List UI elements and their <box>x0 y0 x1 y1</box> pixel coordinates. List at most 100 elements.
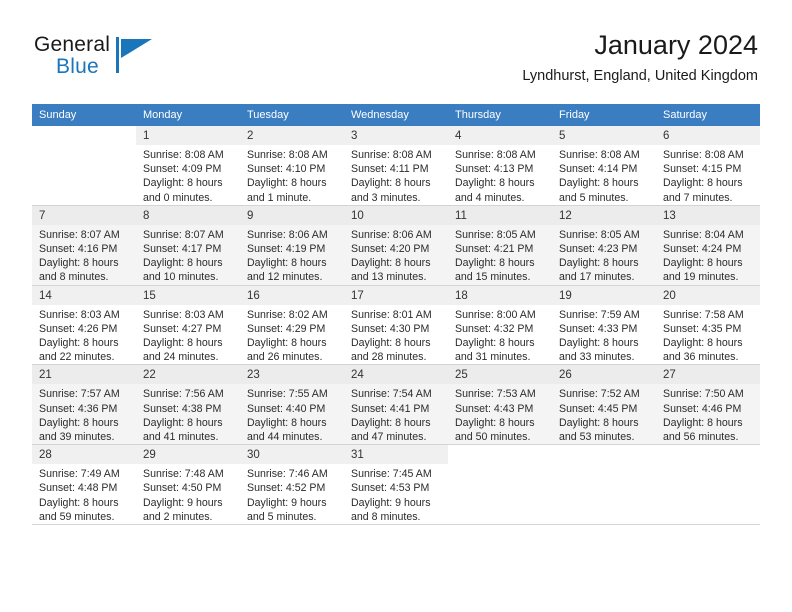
sunrise-text: Sunrise: 7:45 AM <box>351 468 432 481</box>
sunrise-text: Sunrise: 7:54 AM <box>351 388 432 401</box>
calendar-day-cell[interactable]: 5 Sunrise: 8:08 AM Sunset: 4:14 PM Daylight… <box>552 126 656 206</box>
calendar-day-cell[interactable]: 25 Sunrise: 7:53 AM Sunset: 4:43 PM Dayligh… <box>448 364 552 446</box>
calendar-day-cell[interactable]: 2 Sunrise: 8:08 AM Sunset: 4:10 PM Daylight… <box>240 126 344 206</box>
calendar-day-cell[interactable]: 23 Sunrise: 7:55 AM Sunset: 4:40 PM Dayligh… <box>240 364 344 446</box>
calendar-day-cell[interactable]: 24 Sunrise: 7:54 AM Sunset: 4:41 PM Dayligh… <box>344 364 448 446</box>
sunrise-text: Sunrise: 8:06 AM <box>351 228 432 241</box>
day-number <box>448 445 552 452</box>
calendar-day-cell[interactable]: 19 Sunrise: 7:59 AM Sunset: 4:33 PM Dayligh… <box>552 285 656 366</box>
calendar-day-cell[interactable]: 30 Sunrise: 7:46 AM Sunset: 4:52 PM Dayligh… <box>240 444 344 526</box>
weekday-header-friday: Friday <box>552 104 656 126</box>
calendar-day-cell[interactable]: 9 Sunrise: 8:06 AM Sunset: 4:19 PM Daylight… <box>240 205 344 286</box>
sunrise-text: Sunrise: 7:48 AM <box>143 468 224 481</box>
sunset-text: Sunset: 4:45 PM <box>559 402 638 415</box>
calendar-day-content <box>32 126 136 205</box>
calendar-day-cell[interactable]: 11 Sunrise: 8:05 AM Sunset: 4:21 PM Dayligh… <box>448 205 552 286</box>
day-details: Sunrise: 7:53 AM Sunset: 4:43 PM Daylight:… <box>448 384 552 444</box>
calendar-day-cell[interactable]: 10 Sunrise: 8:06 AM Sunset: 4:20 PM Dayligh… <box>344 205 448 286</box>
calendar-day-content: 14 Sunrise: 8:03 AM Sunset: 4:26 PM Dayligh… <box>32 285 136 365</box>
brand-logo[interactable]: General Blue <box>34 34 154 90</box>
daylight-text-line1: Daylight: 8 hours <box>663 257 743 270</box>
sunset-text: Sunset: 4:38 PM <box>143 402 222 415</box>
daylight-text-line1: Daylight: 8 hours <box>351 337 431 350</box>
daylight-text-line2: and 8 minutes. <box>351 510 421 523</box>
sunrise-text: Sunrise: 7:58 AM <box>663 308 744 321</box>
calendar-day-cell[interactable]: 28 Sunrise: 7:49 AM Sunset: 4:48 PM Dayligh… <box>32 444 136 526</box>
calendar-day-content: 10 Sunrise: 8:06 AM Sunset: 4:20 PM Dayligh… <box>344 205 448 285</box>
calendar-day-content: 4 Sunrise: 8:08 AM Sunset: 4:13 PM Daylight… <box>448 126 552 205</box>
day-details: Sunrise: 8:00 AM Sunset: 4:32 PM Daylight:… <box>448 305 552 365</box>
sunset-text: Sunset: 4:53 PM <box>351 482 430 495</box>
calendar-day-content: 8 Sunrise: 8:07 AM Sunset: 4:17 PM Daylight… <box>136 205 240 285</box>
calendar-day-cell[interactable]: 13 Sunrise: 8:04 AM Sunset: 4:24 PM Dayligh… <box>656 205 760 286</box>
calendar-day-cell[interactable]: 27 Sunrise: 7:50 AM Sunset: 4:46 PM Dayligh… <box>656 364 760 446</box>
day-details: Sunrise: 7:45 AM Sunset: 4:53 PM Daylight:… <box>344 464 448 524</box>
sunset-text: Sunset: 4:33 PM <box>559 322 638 335</box>
daylight-text-line2: and 3 minutes. <box>351 191 421 204</box>
sunrise-text: Sunrise: 7:59 AM <box>559 308 640 321</box>
day-number: 9 <box>240 205 344 225</box>
daylight-text-line1: Daylight: 8 hours <box>663 337 743 350</box>
day-details: Sunrise: 7:56 AM Sunset: 4:38 PM Daylight:… <box>136 384 240 444</box>
sunset-text: Sunset: 4:48 PM <box>39 482 118 495</box>
calendar-header-row: Sunday Monday Tuesday Wednesday Thursday… <box>32 104 760 126</box>
day-number: 20 <box>656 285 760 305</box>
daylight-text-line1: Daylight: 8 hours <box>663 416 743 429</box>
logo-bar-icon <box>116 37 119 73</box>
calendar-day-cell[interactable]: 17 Sunrise: 8:01 AM Sunset: 4:30 PM Dayligh… <box>344 285 448 366</box>
daylight-text-line1: Daylight: 8 hours <box>143 416 223 429</box>
day-number: 2 <box>240 126 344 145</box>
calendar-day-cell[interactable]: 1 Sunrise: 8:08 AM Sunset: 4:09 PM Daylight… <box>136 126 240 206</box>
calendar-day-cell[interactable]: 8 Sunrise: 8:07 AM Sunset: 4:17 PM Daylight… <box>136 205 240 286</box>
day-number <box>32 126 136 133</box>
sunset-text: Sunset: 4:50 PM <box>143 482 222 495</box>
calendar-day-cell[interactable]: 18 Sunrise: 8:00 AM Sunset: 4:32 PM Dayligh… <box>448 285 552 366</box>
daylight-text-line2: and 39 minutes. <box>39 431 115 444</box>
daylight-text-line2: and 28 minutes. <box>351 351 427 364</box>
calendar-day-cell[interactable]: 26 Sunrise: 7:52 AM Sunset: 4:45 PM Dayligh… <box>552 364 656 446</box>
day-number: 21 <box>32 365 136 385</box>
calendar-day-cell[interactable]: 4 Sunrise: 8:08 AM Sunset: 4:13 PM Daylight… <box>448 126 552 206</box>
day-details: Sunrise: 7:59 AM Sunset: 4:33 PM Daylight:… <box>552 305 656 365</box>
daylight-text-line2: and 15 minutes. <box>455 271 531 284</box>
calendar-day-content: 9 Sunrise: 8:06 AM Sunset: 4:19 PM Daylight… <box>240 205 344 285</box>
day-number: 29 <box>136 445 240 465</box>
sunrise-text: Sunrise: 8:00 AM <box>455 308 536 321</box>
day-details: Sunrise: 7:54 AM Sunset: 4:41 PM Daylight:… <box>344 384 448 444</box>
day-details: Sunrise: 8:01 AM Sunset: 4:30 PM Daylight:… <box>344 305 448 365</box>
calendar-day-cell[interactable]: 20 Sunrise: 7:58 AM Sunset: 4:35 PM Dayligh… <box>656 285 760 366</box>
daylight-text-line2: and 4 minutes. <box>455 191 525 204</box>
weekday-header-thursday: Thursday <box>448 104 552 126</box>
daylight-text-line1: Daylight: 8 hours <box>559 337 639 350</box>
day-details: Sunrise: 8:08 AM Sunset: 4:14 PM Daylight:… <box>552 145 656 205</box>
day-number: 24 <box>344 365 448 385</box>
day-number: 15 <box>136 285 240 305</box>
calendar-day-cell[interactable]: 21 Sunrise: 7:57 AM Sunset: 4:36 PM Dayligh… <box>32 364 136 446</box>
calendar-day-cell[interactable]: 16 Sunrise: 8:02 AM Sunset: 4:29 PM Dayligh… <box>240 285 344 366</box>
sunset-text: Sunset: 4:23 PM <box>559 243 638 256</box>
calendar-day-cell[interactable]: 22 Sunrise: 7:56 AM Sunset: 4:38 PM Dayligh… <box>136 364 240 446</box>
calendar-day-content: 21 Sunrise: 7:57 AM Sunset: 4:36 PM Dayligh… <box>32 365 136 444</box>
calendar-day-cell[interactable]: 29 Sunrise: 7:48 AM Sunset: 4:50 PM Dayligh… <box>136 444 240 526</box>
calendar-day-cell[interactable]: 6 Sunrise: 8:08 AM Sunset: 4:15 PM Daylight… <box>656 126 760 206</box>
calendar-day-cell[interactable]: 31 Sunrise: 7:45 AM Sunset: 4:53 PM Dayligh… <box>344 444 448 526</box>
daylight-text-line2: and 19 minutes. <box>663 271 739 284</box>
calendar-day-cell[interactable]: 14 Sunrise: 8:03 AM Sunset: 4:26 PM Dayligh… <box>32 285 136 366</box>
calendar-day-content: 13 Sunrise: 8:04 AM Sunset: 4:24 PM Dayligh… <box>656 205 760 285</box>
day-number <box>656 445 760 452</box>
calendar-day-content: 20 Sunrise: 7:58 AM Sunset: 4:35 PM Dayligh… <box>656 285 760 365</box>
calendar-day-cell[interactable]: 3 Sunrise: 8:08 AM Sunset: 4:11 PM Daylight… <box>344 126 448 206</box>
sunset-text: Sunset: 4:32 PM <box>455 322 534 335</box>
calendar-day-cell[interactable]: 12 Sunrise: 8:05 AM Sunset: 4:23 PM Dayligh… <box>552 205 656 286</box>
sunset-text: Sunset: 4:29 PM <box>247 322 326 335</box>
calendar-day-cell[interactable]: 7 Sunrise: 8:07 AM Sunset: 4:16 PM Daylight… <box>32 205 136 286</box>
calendar-day-content: 24 Sunrise: 7:54 AM Sunset: 4:41 PM Dayligh… <box>344 365 448 444</box>
sunrise-text: Sunrise: 8:08 AM <box>351 149 432 161</box>
calendar-day-content: 18 Sunrise: 8:00 AM Sunset: 4:32 PM Dayligh… <box>448 285 552 365</box>
day-details: Sunrise: 8:03 AM Sunset: 4:27 PM Daylight:… <box>136 305 240 365</box>
day-details: Sunrise: 8:06 AM Sunset: 4:20 PM Daylight:… <box>344 225 448 285</box>
daylight-text-line1: Daylight: 8 hours <box>455 177 535 190</box>
daylight-text-line2: and 24 minutes. <box>143 351 219 364</box>
daylight-text-line1: Daylight: 9 hours <box>351 496 431 509</box>
calendar-day-cell[interactable]: 15 Sunrise: 8:03 AM Sunset: 4:27 PM Dayligh… <box>136 285 240 366</box>
